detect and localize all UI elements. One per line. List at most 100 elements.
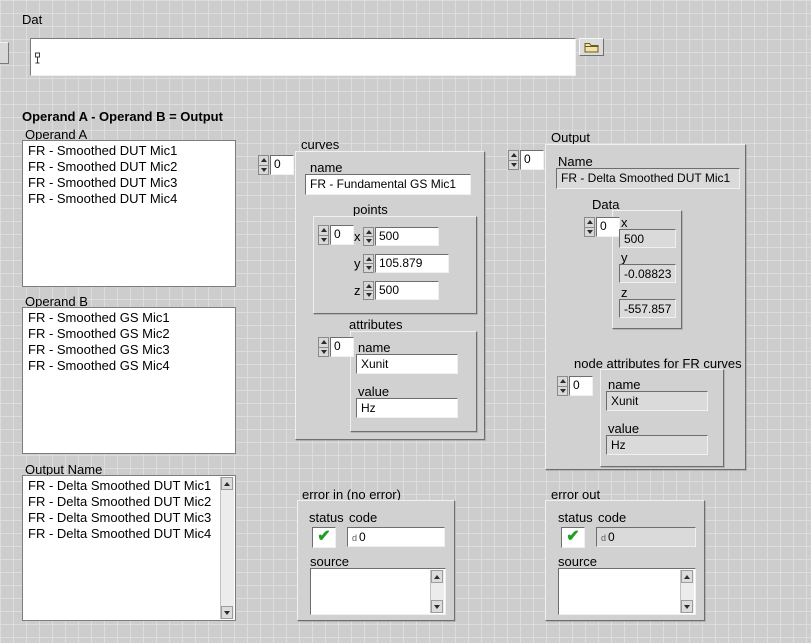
- curves-index-value[interactable]: 0: [270, 155, 294, 175]
- decrement-button[interactable]: [363, 237, 374, 246]
- spin-buttons: [363, 254, 374, 273]
- curves-index-spinner[interactable]: 0: [258, 155, 294, 175]
- points-x-label: x: [354, 229, 361, 244]
- points-index-spinner[interactable]: 0: [318, 225, 354, 245]
- attribute-value-field[interactable]: Hz: [356, 398, 458, 418]
- points-x-value[interactable]: 500: [375, 227, 439, 246]
- error-in-source-label: source: [310, 554, 349, 569]
- increment-button[interactable]: [318, 225, 329, 236]
- points-index-value[interactable]: 0: [330, 225, 354, 245]
- list-item[interactable]: FR - Delta Smoothed DUT Mic4: [23, 526, 220, 542]
- operand-a-listbox[interactable]: FR - Smoothed DUT Mic1FR - Smoothed DUT …: [22, 140, 236, 287]
- path-control[interactable]: [30, 38, 576, 76]
- triangle-down-icon: [511, 163, 517, 167]
- decrement-button[interactable]: [557, 387, 568, 397]
- increment-button[interactable]: [318, 337, 329, 348]
- scroll-up-button[interactable]: [681, 570, 693, 583]
- decrement-button[interactable]: [363, 264, 374, 273]
- increment-button[interactable]: [363, 281, 374, 291]
- attributes-index-value[interactable]: 0: [330, 337, 354, 357]
- decrement-button[interactable]: [318, 348, 329, 358]
- path-input[interactable]: [45, 41, 573, 73]
- output-index-spinner[interactable]: 0: [508, 150, 544, 170]
- data-z-field: -557.857: [619, 299, 676, 318]
- triangle-down-icon: [321, 238, 327, 242]
- list-item[interactable]: FR - Delta Smoothed DUT Mic3: [23, 510, 220, 526]
- scroll-up-button[interactable]: [431, 570, 443, 583]
- error-in-code[interactable]: d0: [347, 527, 445, 547]
- increment-button[interactable]: [258, 155, 269, 166]
- operand-b-listbox[interactable]: FR - Smoothed GS Mic1FR - Smoothed GS Mi…: [22, 307, 236, 454]
- node-attribute-name-field: Xunit: [606, 391, 708, 411]
- triangle-up-icon: [321, 340, 327, 344]
- list-item[interactable]: FR - Delta Smoothed DUT Mic2: [23, 494, 220, 510]
- spin-buttons: [363, 281, 374, 300]
- triangle-down-icon: [321, 350, 327, 354]
- increment-button[interactable]: [557, 376, 568, 387]
- scroll-down-button[interactable]: [681, 600, 693, 613]
- triangle-up-icon: [511, 153, 517, 157]
- node-attributes-index-value[interactable]: 0: [569, 376, 593, 396]
- data-index-spinner[interactable]: 0: [584, 217, 620, 237]
- path-type-icon: [34, 52, 42, 67]
- list-item[interactable]: FR - Smoothed DUT Mic1: [23, 143, 235, 159]
- list-item[interactable]: FR - Smoothed DUT Mic4: [23, 191, 235, 207]
- decrement-button[interactable]: [508, 161, 519, 171]
- error-in-source-scrollbar[interactable]: [430, 570, 444, 613]
- points-x-spinner[interactable]: 500: [363, 227, 439, 246]
- points-z-spinner[interactable]: 500: [363, 281, 439, 300]
- error-in-status-label: status: [309, 510, 344, 525]
- error-out-code: d0: [596, 527, 696, 547]
- points-y-spinner[interactable]: 105.879: [363, 254, 449, 273]
- triangle-down-icon: [366, 266, 372, 270]
- triangle-up-icon: [366, 284, 372, 288]
- error-in-status[interactable]: ✔: [312, 527, 336, 548]
- data-x-label: x: [621, 215, 628, 230]
- scroll-up-button[interactable]: [221, 477, 233, 490]
- front-panel: Dat Operand A - Operand B = Output Opera…: [0, 0, 811, 643]
- points-label: points: [353, 202, 388, 217]
- error-in-source[interactable]: [310, 568, 446, 615]
- increment-button[interactable]: [584, 217, 595, 228]
- output-name-field-label: Name: [558, 154, 593, 169]
- increment-button[interactable]: [508, 150, 519, 161]
- scroll-down-button[interactable]: [431, 600, 443, 613]
- list-item[interactable]: FR - Smoothed GS Mic3: [23, 342, 235, 358]
- points-y-label: y: [354, 256, 361, 271]
- list-item[interactable]: FR - Smoothed GS Mic1: [23, 310, 235, 326]
- list-item[interactable]: FR - Delta Smoothed DUT Mic1: [23, 478, 220, 494]
- points-z-value[interactable]: 500: [375, 281, 439, 300]
- scroll-down-button[interactable]: [221, 606, 233, 619]
- points-y-value[interactable]: 105.879: [375, 254, 449, 273]
- data-y-field: -0.08823: [619, 264, 676, 283]
- list-item[interactable]: FR - Smoothed DUT Mic2: [23, 159, 235, 175]
- points-z-label: z: [354, 283, 361, 298]
- error-out-source-value: [561, 570, 679, 613]
- attribute-name-field[interactable]: Xunit: [356, 354, 458, 374]
- attributes-index-spinner[interactable]: 0: [318, 337, 354, 357]
- decrement-button[interactable]: [363, 291, 374, 300]
- triangle-down-icon: [366, 293, 372, 297]
- triangle-down-icon: [434, 605, 440, 609]
- list-item[interactable]: FR - Smoothed DUT Mic3: [23, 175, 235, 191]
- triangle-up-icon: [321, 228, 327, 232]
- error-out-source-scrollbar[interactable]: [680, 570, 694, 613]
- spin-buttons: [557, 376, 568, 396]
- node-attributes-index-spinner[interactable]: 0: [557, 376, 593, 396]
- list-item[interactable]: FR - Smoothed GS Mic4: [23, 358, 235, 374]
- check-icon: ✔: [566, 529, 579, 545]
- increment-button[interactable]: [363, 254, 374, 264]
- curves-name-field[interactable]: FR - Fundamental GS Mic1: [305, 174, 471, 195]
- decrement-button[interactable]: [318, 236, 329, 246]
- output-index-value[interactable]: 0: [520, 150, 544, 170]
- list-item[interactable]: FR - Smoothed GS Mic2: [23, 326, 235, 342]
- data-index-value[interactable]: 0: [596, 217, 620, 237]
- output-name-listbox[interactable]: FR - Delta Smoothed DUT Mic1FR - Delta S…: [22, 475, 236, 621]
- increment-button[interactable]: [363, 227, 374, 237]
- output-name-scrollbar[interactable]: [220, 477, 234, 619]
- decrement-button[interactable]: [258, 166, 269, 176]
- error-out-source-label: source: [558, 554, 597, 569]
- check-icon: ✔: [317, 529, 330, 545]
- decrement-button[interactable]: [584, 228, 595, 238]
- browse-button[interactable]: [579, 38, 604, 56]
